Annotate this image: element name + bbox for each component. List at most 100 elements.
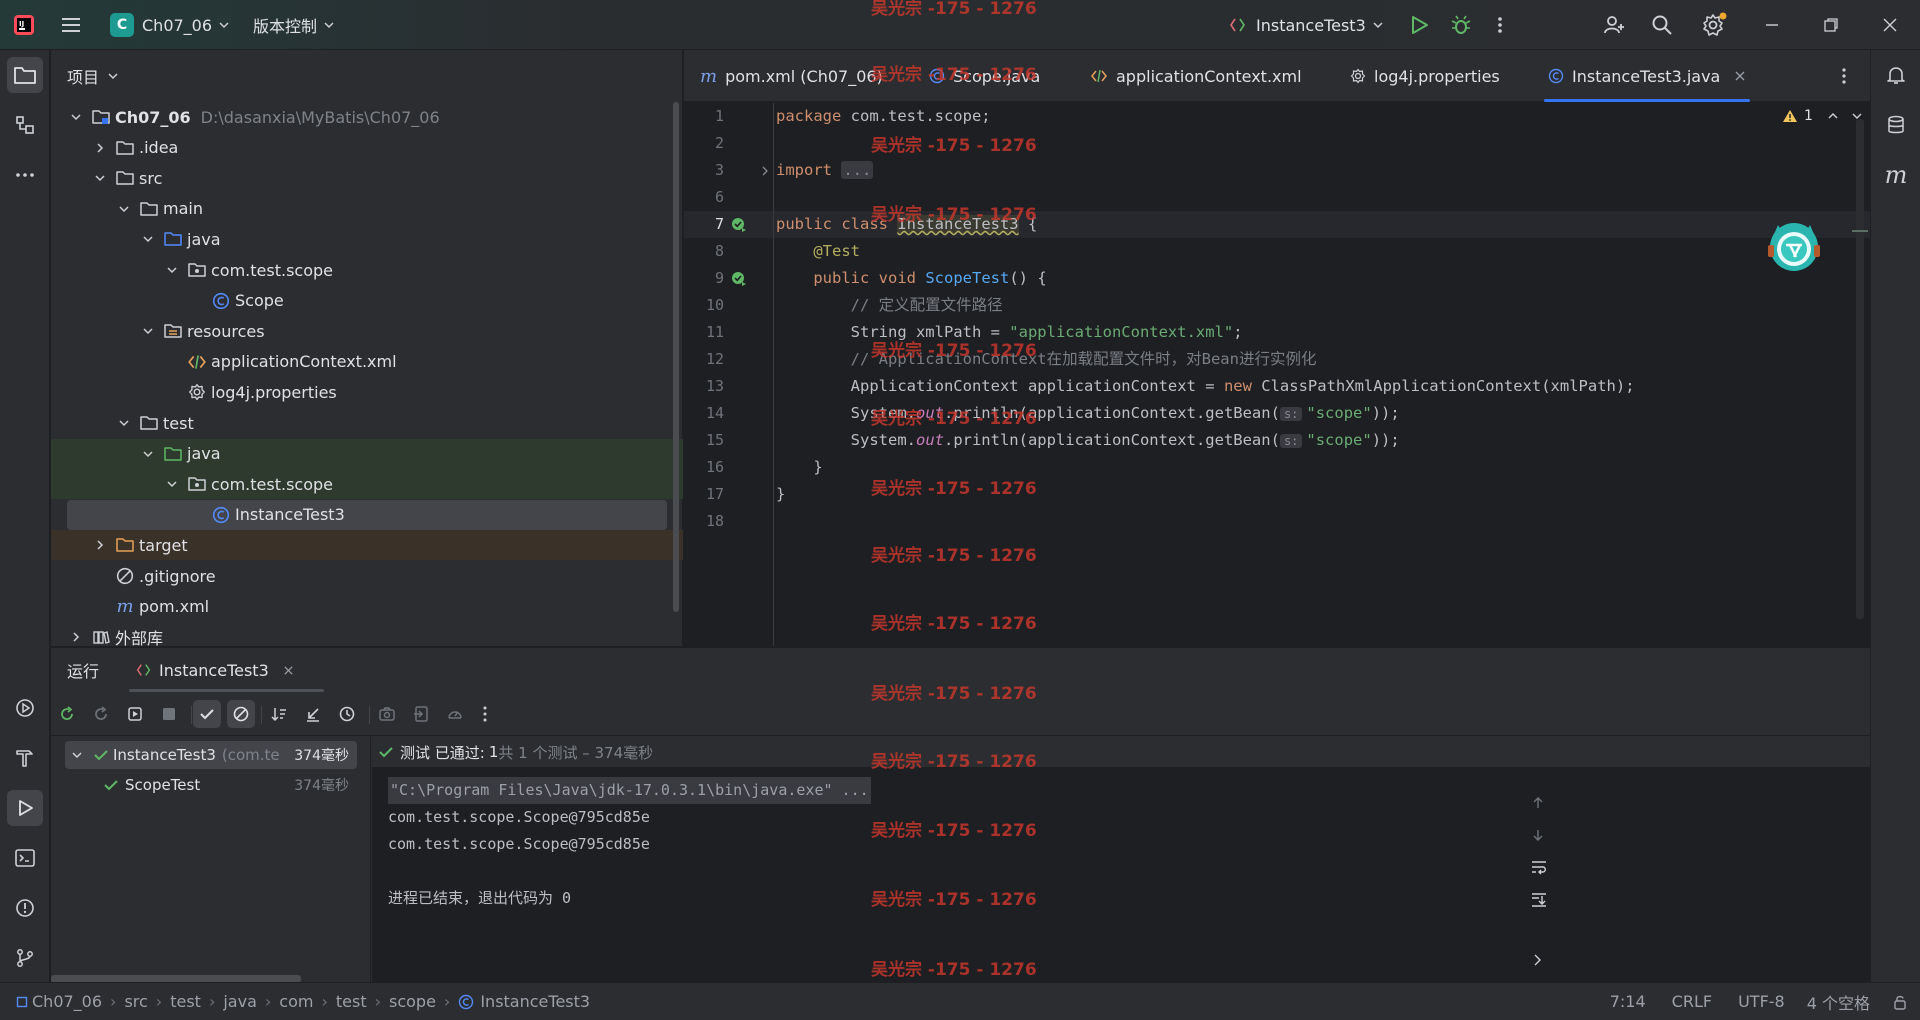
tree-item-src[interactable]: src [51,163,683,193]
tab-options-button[interactable] [1840,50,1848,102]
tree-item-com-test-scope[interactable]: com.test.scope [51,469,683,500]
breadcrumb-item[interactable]: InstanceTest3 [458,992,590,1011]
chevron-down-icon[interactable] [139,230,157,248]
notifications-button[interactable] [1878,57,1914,93]
tab-pom-xml[interactable]: m pom.xml (Ch07_06) [700,50,883,102]
run-tab-instance-test3[interactable]: InstanceTest3 [129,648,324,692]
chevron-right-icon[interactable] [91,139,109,157]
close-window-button[interactable] [1882,0,1898,50]
tab-log4j-properties[interactable]: log4j.properties [1350,50,1500,102]
terminal-tool-button[interactable] [7,840,43,876]
console-command-line[interactable]: "C:\Program Files\Java\jdk-17.0.3.1\bin\… [388,777,871,804]
run-test-gutter-icon[interactable] [730,270,748,288]
tree-item-main[interactable]: main [51,194,683,224]
code-editor[interactable]: 1 2 3 6 7 8 9 10 11 12 13 14 15 16 17 18… [684,103,1870,646]
maven-tool-button[interactable]: m [1878,157,1914,193]
breadcrumb-item[interactable]: com [279,992,313,1011]
tree-item-java[interactable]: java [51,224,683,254]
chevron-down-icon[interactable] [163,261,181,279]
more-tools-button[interactable] [7,157,43,193]
arrow-down-icon[interactable] [1530,827,1546,843]
tree-item-resources[interactable]: resources [51,316,683,346]
chevron-up-icon[interactable] [1827,110,1839,122]
breadcrumb-item[interactable]: test [336,992,367,1011]
more-run-actions-button[interactable] [471,700,499,728]
line-separator[interactable]: CRLF [1672,992,1712,1011]
run-test-gutter-icon[interactable] [730,216,748,234]
scroll-to-end-icon[interactable] [1530,891,1548,907]
code-with-me-button[interactable] [1602,0,1626,50]
tree-item-instancetest3[interactable]: InstanceTest3 [67,499,667,530]
file-encoding[interactable]: UTF-8 [1738,992,1785,1011]
indent-setting[interactable]: 4 个空格 [1807,990,1870,1014]
screenshot-button[interactable] [373,700,401,728]
tab-instance-test3-java[interactable]: InstanceTest3.java [1543,50,1751,102]
inspection-widget[interactable]: 1 [1782,105,1863,127]
main-menu-button[interactable] [60,0,82,50]
search-button[interactable] [1651,0,1673,50]
editor-scrollbar[interactable] [1856,119,1864,619]
close-tab-icon[interactable] [1734,70,1746,82]
sort-button[interactable] [265,700,293,728]
stop-button[interactable] [155,700,183,728]
test-row-scope-test[interactable]: ScopeTest 374毫秒 [65,771,357,799]
coverage-button[interactable] [441,700,469,728]
chevron-right-icon[interactable] [67,628,85,646]
tree-item-com-test-scope[interactable]: com.test.scope [51,255,683,285]
database-tool-button[interactable] [1878,107,1914,143]
test-history-button[interactable] [333,700,361,728]
run-config-selector[interactable]: InstanceTest3 [1228,0,1384,50]
breadcrumb-item[interactable]: test [170,992,201,1011]
tree-item-ch07-06[interactable]: Ch07_06 D:\dasanxia\MyBatis\Ch07_06 [51,102,683,132]
tree-item-log4j-properties[interactable]: log4j.properties [51,377,683,407]
project-switcher[interactable]: C Ch07_06 [110,0,230,50]
breadcrumb-item[interactable]: Ch07_06 [16,992,102,1011]
problems-tool-button[interactable] [7,890,43,926]
breadcrumb-item[interactable]: src [124,992,147,1011]
console-output[interactable]: 测试 已通过: 1 共 1 个测试 – 374毫秒 "C:\Program Fi… [372,737,1870,983]
chevron-down-icon[interactable] [115,200,133,218]
chevron-down-icon[interactable] [139,322,157,340]
rerun-failed-button[interactable] [87,700,115,728]
tree-item--idea[interactable]: .idea [51,133,683,163]
chevron-right-icon[interactable] [1532,953,1544,967]
settings-button[interactable] [1701,0,1727,50]
fold-expand-icon[interactable] [760,166,770,176]
app-logo-icon[interactable]: IJ [12,0,36,50]
run-button[interactable] [1408,0,1430,50]
lock-icon[interactable] [1892,994,1908,1010]
structure-tool-button[interactable] [7,107,43,143]
close-tab-icon[interactable] [283,665,294,676]
show-passed-toggle[interactable] [193,700,221,728]
chevron-down-icon[interactable] [67,108,85,126]
tree-item-pom-xml[interactable]: m pom.xml [51,592,683,622]
tab-application-context-xml[interactable]: applicationContext.xml [1090,50,1302,102]
minimize-button[interactable] [1764,0,1780,50]
chevron-right-icon[interactable] [91,536,109,554]
more-actions-button[interactable] [1496,0,1504,50]
tree-item-applicationcontext-xml[interactable]: applicationContext.xml [51,347,683,377]
tree-item-test[interactable]: test [51,408,683,438]
services-tool-button[interactable] [7,690,43,726]
project-tool-button[interactable] [7,57,43,93]
run-tool-button[interactable] [7,790,43,826]
rerun-button[interactable] [53,700,81,728]
restore-button[interactable] [1823,0,1839,50]
show-ignored-toggle[interactable] [227,700,255,728]
arrow-up-icon[interactable] [1530,795,1546,811]
plugin-avatar-icon[interactable] [1766,219,1822,275]
tree-item-java[interactable]: java [51,438,683,469]
folded-imports[interactable]: ... [841,161,874,179]
project-scrollbar[interactable] [673,102,679,612]
import-tests-button[interactable] [299,700,327,728]
project-panel-header[interactable]: 项目 [51,50,683,102]
chevron-down-icon[interactable] [115,414,133,432]
debug-button[interactable] [1450,0,1472,50]
chevron-down-icon[interactable] [163,475,181,493]
vcs-menu[interactable]: 版本控制 [253,0,335,50]
tree-item-scope[interactable]: Scope [51,286,683,316]
breadcrumb-item[interactable]: scope [389,992,436,1011]
soft-wrap-icon[interactable] [1530,859,1548,875]
breadcrumb-item[interactable]: java [223,992,257,1011]
tree-item-target[interactable]: target [51,530,683,561]
